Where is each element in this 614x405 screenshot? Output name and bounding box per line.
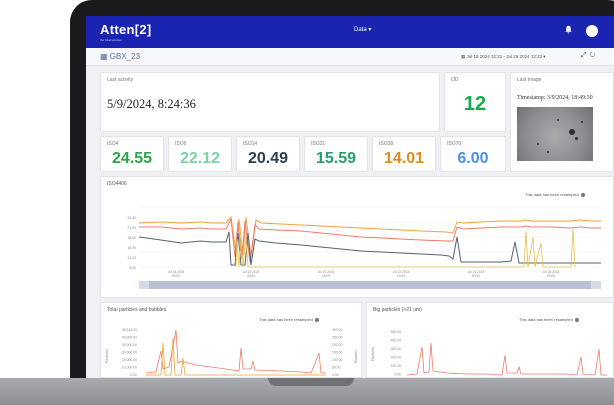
iso4406-chart[interactable]: 20.0021.0018.0016.0012.008.00 Jul 16 202…	[101, 177, 614, 299]
last-activity-card: Last activity 5/9/2024, 8:24:36	[100, 72, 440, 132]
image-timestamp: Timestamp: 3/9/2024, 18:49:30	[517, 95, 593, 101]
iso-series-red	[139, 217, 601, 263]
dashboard-screen: Atten[2] the total solution Data ▾ ▦ GBX…	[86, 16, 614, 378]
stat-value: 15.59	[315, 150, 357, 167]
big-particles-series	[406, 342, 607, 376]
stat-value: 20.49	[247, 150, 289, 167]
stat-value: 22.12	[179, 150, 221, 167]
total-particles-chart[interactable]: 48,140.00 40,000.00 30,000.00 20,000.00 15,0…	[101, 303, 363, 378]
y-tick-label: 300.00	[332, 328, 342, 332]
last-image-card: Last image Timestamp: 3/9/2024, 18:49:30	[510, 72, 614, 172]
od-label: OD	[451, 77, 459, 83]
stat-value: 14.01	[383, 150, 425, 167]
y-tick-label: 16.00	[128, 246, 137, 250]
particles-axis-label: Particles	[105, 349, 109, 363]
bubbles-axis-label: Bubbles	[354, 350, 358, 363]
stat-label: ISO6	[175, 141, 187, 147]
total-particles-chart-card: Total particles and bubbles This data ha…	[100, 302, 362, 378]
y-tick-label: 100.00	[391, 364, 401, 368]
device-selector[interactable]: ▦ GBX_23	[100, 52, 140, 61]
stat-label: ISO14	[243, 141, 258, 147]
y-tick-label: 250.00	[332, 336, 342, 340]
y-tick-label: 21.00	[128, 226, 137, 230]
y-tick-label: 500.00	[391, 330, 401, 334]
y-tick-label: 15,000.00	[122, 358, 137, 362]
particle-dot	[581, 121, 583, 123]
particle-dot	[557, 119, 559, 121]
stat-card-iso70: ISO70 6.00	[440, 136, 506, 172]
particle-image-thumbnail[interactable]	[517, 107, 593, 161]
device-subheader: ▦ GBX_23 ▦ Jul 15 2024 12:21 - Jul 26 20…	[86, 48, 614, 66]
date-range-text: Jul 15 2024 12:21 - Jul 26 2024 12:22 ▾	[466, 54, 546, 59]
y-tick-label: 50.00	[332, 366, 341, 370]
particle-dot	[547, 151, 549, 153]
y-tick-label: 10,000.00	[122, 366, 137, 370]
iso4406-chart-card: ISO4406 This data has been resampled 20.…	[100, 176, 614, 298]
y-tick-label: 100.00	[332, 358, 342, 362]
laptop-notch	[268, 378, 354, 386]
x-tick-label: 00:00	[397, 274, 405, 278]
last-activity-label: Last activity	[107, 77, 134, 83]
last-activity-value: 5/9/2024, 8:24:36	[107, 97, 196, 111]
bubbles-series	[146, 337, 326, 376]
y-tick-label: 200.00	[332, 343, 342, 347]
y-tick-label: 0.00	[130, 373, 137, 377]
od-card: OD 12	[444, 72, 506, 132]
y-tick-label: 400.00	[391, 339, 401, 343]
stat-label: ISO4	[107, 141, 119, 147]
device-name: GBX_23	[109, 52, 141, 61]
logo-tagline: the total solution	[100, 38, 122, 42]
big-particles-chart-card: Big particles (>21 um) This data has bee…	[366, 302, 614, 378]
stat-card-iso38: ISO38 14.01	[372, 136, 436, 172]
stat-label: ISO38	[379, 141, 394, 147]
stat-label: ISO70	[447, 141, 462, 147]
navigator-selection[interactable]	[149, 281, 591, 289]
last-image-label: Last image	[517, 77, 542, 83]
y-tick-label: 20.00	[128, 216, 137, 220]
particle-dot	[537, 143, 539, 145]
x-tick-label: 00:00	[322, 274, 330, 278]
y-tick-label: 18.00	[128, 236, 137, 240]
x-tick-label: 00:00	[247, 274, 255, 278]
y-tick-label: 8.00	[129, 266, 136, 270]
y-tick-label: 40,000.00	[122, 336, 137, 340]
date-range-picker[interactable]: ▦ Jul 15 2024 12:21 - Jul 26 2024 12:22 …	[461, 54, 546, 60]
y-tick-label: 12.00	[128, 256, 137, 260]
big-particles-chart[interactable]: 500.00 400.00 300.00 200.00 100.00 0.00 Parti…	[367, 303, 614, 378]
data-menu[interactable]: Data ▾	[354, 26, 371, 33]
stat-card-iso21: ISO21 15.59	[304, 136, 368, 172]
y-tick-label: 30,000.00	[122, 343, 137, 347]
stat-value: 24.55	[111, 150, 153, 167]
y-tick-label: 20,000.00	[122, 351, 137, 355]
iso-series-yellow	[235, 228, 576, 268]
big-particles-axis-label: Particles	[371, 347, 375, 361]
x-tick-label: 00:00	[547, 274, 555, 278]
y-tick-label: 150.00	[332, 351, 342, 355]
x-tick-label: 00:00	[172, 274, 180, 278]
y-tick-label: 300.00	[391, 347, 401, 351]
app-logo[interactable]: Atten[2]	[100, 22, 152, 37]
stat-value: 6.00	[457, 150, 489, 167]
particles-series	[145, 329, 326, 374]
stat-card-iso14: ISO14 20.49	[236, 136, 300, 172]
grid-icon: ▦	[100, 52, 110, 61]
particle-dot	[575, 137, 578, 140]
od-value: 12	[463, 93, 487, 115]
y-tick-label: 48,140.00	[122, 328, 137, 332]
bell-icon[interactable]	[564, 25, 573, 34]
top-navbar: Atten[2] the total solution Data ▾	[86, 16, 614, 48]
laptop-mockup: Atten[2] the total solution Data ▾ ▦ GBX…	[0, 0, 614, 405]
stat-card-iso6: ISO6 22.12	[168, 136, 232, 172]
y-tick-label: 0.00	[332, 373, 339, 377]
stat-label: ISO21	[311, 141, 326, 147]
particle-dot	[569, 129, 575, 135]
y-tick-label: 200.00	[391, 356, 401, 360]
stat-card-iso4: ISO4 24.55	[100, 136, 164, 172]
subheader-actions: ⤢↻	[581, 52, 599, 60]
theme-toggle-icon[interactable]	[586, 25, 598, 37]
y-tick-label: 0.00	[394, 373, 401, 377]
x-tick-label: 00:00	[472, 274, 480, 278]
expand-icon[interactable]: ⤢	[581, 52, 590, 59]
refresh-icon[interactable]: ↻	[590, 52, 599, 59]
